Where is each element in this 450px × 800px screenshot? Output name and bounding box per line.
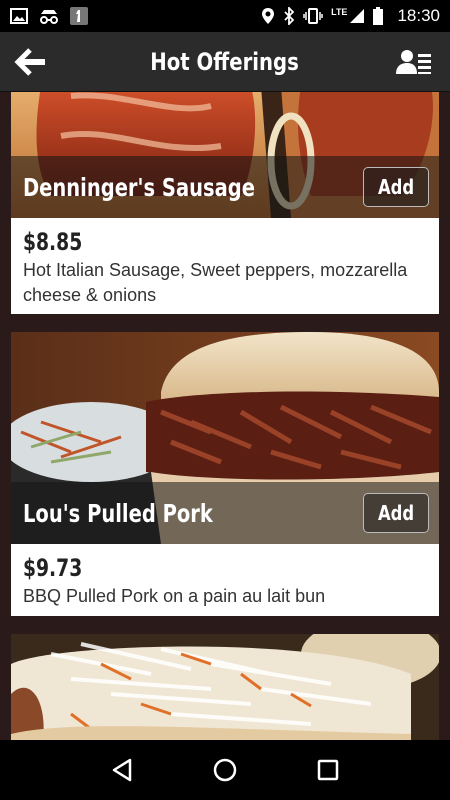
offerings-list[interactable]: Denninger's Sausage Add $8.85 Hot Italia… [0, 92, 450, 740]
item-overlay: Denninger's Sausage Add [11, 156, 439, 218]
menu-item-card: Denninger's Sausage Add $8.85 Hot Italia… [11, 92, 439, 314]
item-details: $8.85 Hot Italian Sausage, Sweet peppers… [11, 218, 439, 314]
account-list-icon[interactable] [396, 48, 432, 76]
item-description: BBQ Pulled Pork on a pain au lait bun [23, 586, 326, 606]
status-time: 18:30 [397, 6, 440, 25]
notification-one-icon [70, 7, 88, 25]
sauerkraut-image [11, 634, 439, 740]
item-details: $9.73 BBQ Pulled Pork on a pain au lait … [11, 544, 439, 616]
incognito-icon [40, 10, 58, 24]
pulled-pork-image: Lou's Pulled Pork Add [11, 332, 439, 544]
network-type-label: LTE [331, 7, 348, 17]
item-description: Hot Italian Sausage, Sweet peppers, mozz… [23, 260, 408, 305]
vibrate-icon [303, 8, 323, 24]
item-overlay: Lou's Pulled Pork Add [11, 482, 439, 544]
menu-item-card [11, 634, 439, 740]
page-title: Hot Offerings [150, 47, 300, 76]
add-button[interactable]: Add [363, 167, 429, 207]
recents-square-icon[interactable] [308, 750, 348, 790]
system-nav-bar [0, 740, 450, 800]
location-icon [262, 8, 275, 24]
item-price: $9.73 [23, 554, 83, 582]
battery-icon [373, 7, 384, 25]
app-bar: Hot Offerings [0, 32, 450, 92]
arrow-left-icon[interactable] [14, 46, 48, 78]
bluetooth-icon [284, 7, 295, 25]
back-triangle-icon[interactable] [102, 750, 142, 790]
item-name: Denninger's Sausage [23, 172, 255, 202]
home-circle-icon[interactable] [205, 750, 245, 790]
status-bar: LTE 18:30 [0, 0, 450, 32]
image-icon [10, 8, 28, 24]
menu-item-card: Lou's Pulled Pork Add $9.73 BBQ Pulled P… [11, 332, 439, 616]
item-price: $8.85 [23, 228, 83, 256]
sausage-image: Denninger's Sausage Add [11, 92, 439, 218]
add-button[interactable]: Add [363, 493, 429, 533]
item-name: Lou's Pulled Pork [23, 498, 213, 528]
signal-icon [350, 9, 365, 23]
